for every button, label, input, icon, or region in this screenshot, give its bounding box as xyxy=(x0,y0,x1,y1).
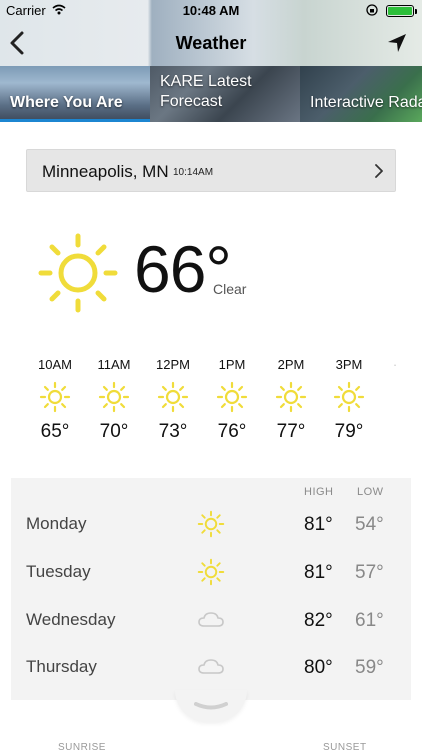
hour-temp: 77° xyxy=(276,421,306,442)
orientation-lock-icon xyxy=(366,4,378,16)
day-low: 59° xyxy=(355,657,384,678)
sun-icon xyxy=(197,510,225,538)
cloud-icon xyxy=(198,659,224,674)
hourly-item: 12PM 73° xyxy=(144,357,202,443)
hour-time: 11AM xyxy=(97,357,131,372)
day-low: 54° xyxy=(355,514,384,535)
day-low: 57° xyxy=(355,562,384,583)
chevron-down-icon xyxy=(194,702,228,710)
hour-time: 2PM xyxy=(277,357,305,372)
expand-drawer-button[interactable] xyxy=(175,690,247,722)
hour-temp: 73° xyxy=(158,421,188,442)
sun-icon xyxy=(333,381,365,413)
sunrise-label: SUNRISE xyxy=(58,742,106,750)
hourly-item: 1PM 76° xyxy=(203,357,261,443)
sunset-label: SUNSET xyxy=(323,742,367,750)
day-name: Monday xyxy=(26,514,87,533)
updated-time: 10:14AM xyxy=(173,167,214,178)
day-high: 81° xyxy=(304,562,333,583)
day-row[interactable]: Thursday 80° 59° xyxy=(11,643,411,691)
day-name: Tuesday xyxy=(26,562,91,581)
sun-icon xyxy=(39,381,71,413)
battery-icon xyxy=(386,5,417,17)
tab-interactive-radar[interactable]: Interactive Radar xyxy=(300,66,422,122)
hour-time: 10AM xyxy=(38,357,72,372)
tab-where-you-are[interactable]: Where You Are xyxy=(0,66,150,122)
location-arrow-icon[interactable] xyxy=(386,32,408,54)
tab-label: Interactive Radar xyxy=(310,94,422,111)
tab-kare-latest-forecast[interactable]: KARE Latest Forecast xyxy=(150,66,300,122)
sun-icon xyxy=(157,381,189,413)
day-row[interactable]: Tuesday 81° 57° xyxy=(11,548,411,596)
sun-icon xyxy=(98,381,130,413)
sun-icon xyxy=(197,558,225,586)
daily-forecast: HIGH LOW Monday 81° 54° Tuesday 81° 57° Wednes… xyxy=(11,478,411,700)
sun-icon xyxy=(216,381,248,413)
day-high: 82° xyxy=(304,610,333,631)
high-header: HIGH xyxy=(304,486,334,498)
hourly-item: 2PM 77° xyxy=(262,357,320,443)
hourly-item: 10AM 65° xyxy=(26,357,84,443)
hour-temp: 76° xyxy=(217,421,247,442)
sun-icon xyxy=(38,233,118,313)
city-name: Minneapolis, MN xyxy=(42,162,169,181)
hour-temp: 79° xyxy=(334,421,364,442)
tab-label: Where You Are xyxy=(10,94,123,111)
status-time: 10:48 AM xyxy=(182,3,240,18)
location-selector[interactable]: Minneapolis, MN 10:14AM xyxy=(26,149,396,192)
sun-icon xyxy=(275,381,307,413)
cloud-icon xyxy=(198,612,224,627)
day-high: 80° xyxy=(304,657,333,678)
low-header: LOW xyxy=(357,486,384,498)
section-tabs: Where You Are KARE Latest Forecast Inter… xyxy=(0,66,422,122)
day-row[interactable]: Monday 81° 54° xyxy=(11,500,411,548)
active-tab-indicator xyxy=(0,119,150,122)
status-bar: Carrier 10:48 AM xyxy=(0,0,422,20)
hour-time: 12PM xyxy=(156,357,190,372)
chevron-right-icon xyxy=(375,164,383,178)
tab-label: KARE Latest Forecast xyxy=(160,72,252,112)
day-name: Thursday xyxy=(26,657,97,676)
page-title: Weather xyxy=(175,33,247,53)
day-row[interactable]: Wednesday 82° 61° xyxy=(11,596,411,644)
hour-temp: 65° xyxy=(40,421,70,442)
tab-label-line2: Forecast xyxy=(160,93,223,110)
hourly-item-partial: · xyxy=(392,357,398,372)
day-high: 81° xyxy=(304,514,333,535)
current-condition: Clear xyxy=(213,281,247,297)
day-name: Wednesday xyxy=(26,610,116,629)
hourly-forecast[interactable]: 10AM 65° 11AM 70° 12PM 73° 1PM 76° 2PM 77° 3PM 79° · xyxy=(0,357,422,457)
hour-temp: 70° xyxy=(99,421,129,442)
hour-time: 1PM xyxy=(218,357,246,372)
tab-label-line1: KARE Latest xyxy=(160,73,252,90)
hourly-item: 11AM 70° xyxy=(85,357,143,443)
day-low: 61° xyxy=(355,610,384,631)
